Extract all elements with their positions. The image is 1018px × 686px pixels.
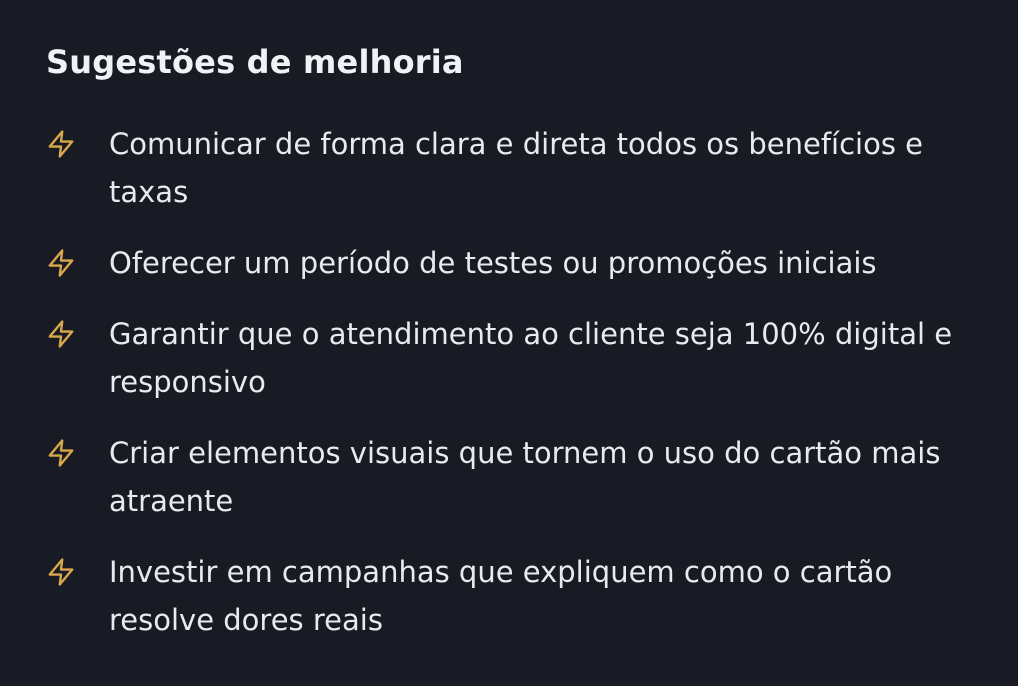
list-item: Criar elementos visuais que tornem o uso… — [46, 429, 976, 525]
suggestion-text: Criar elementos visuais que tornem o uso… — [109, 436, 941, 518]
suggestion-text: Investir em campanhas que expliquem como… — [109, 555, 893, 637]
list-item: Garantir que o atendimento ao cliente se… — [46, 310, 976, 406]
list-item: Comunicar de forma clara e direta todos … — [46, 120, 976, 216]
section-title: Sugestões de melhoria — [46, 43, 464, 81]
suggestions-card: Sugestões de melhoria Comunicar de forma… — [0, 0, 1018, 686]
suggestion-text: Oferecer um período de testes ou promoçõ… — [109, 246, 877, 280]
suggestion-text: Garantir que o atendimento ao cliente se… — [109, 317, 953, 399]
suggestion-text: Comunicar de forma clara e direta todos … — [109, 127, 923, 209]
lightning-icon — [46, 548, 78, 596]
lightning-icon — [46, 120, 78, 168]
list-item: Oferecer um período de testes ou promoçõ… — [46, 239, 976, 287]
list-item: Investir em campanhas que expliquem como… — [46, 548, 976, 644]
lightning-icon — [46, 429, 78, 477]
suggestions-list: Comunicar de forma clara e direta todos … — [46, 120, 976, 667]
lightning-icon — [46, 239, 78, 287]
lightning-icon — [46, 310, 78, 358]
